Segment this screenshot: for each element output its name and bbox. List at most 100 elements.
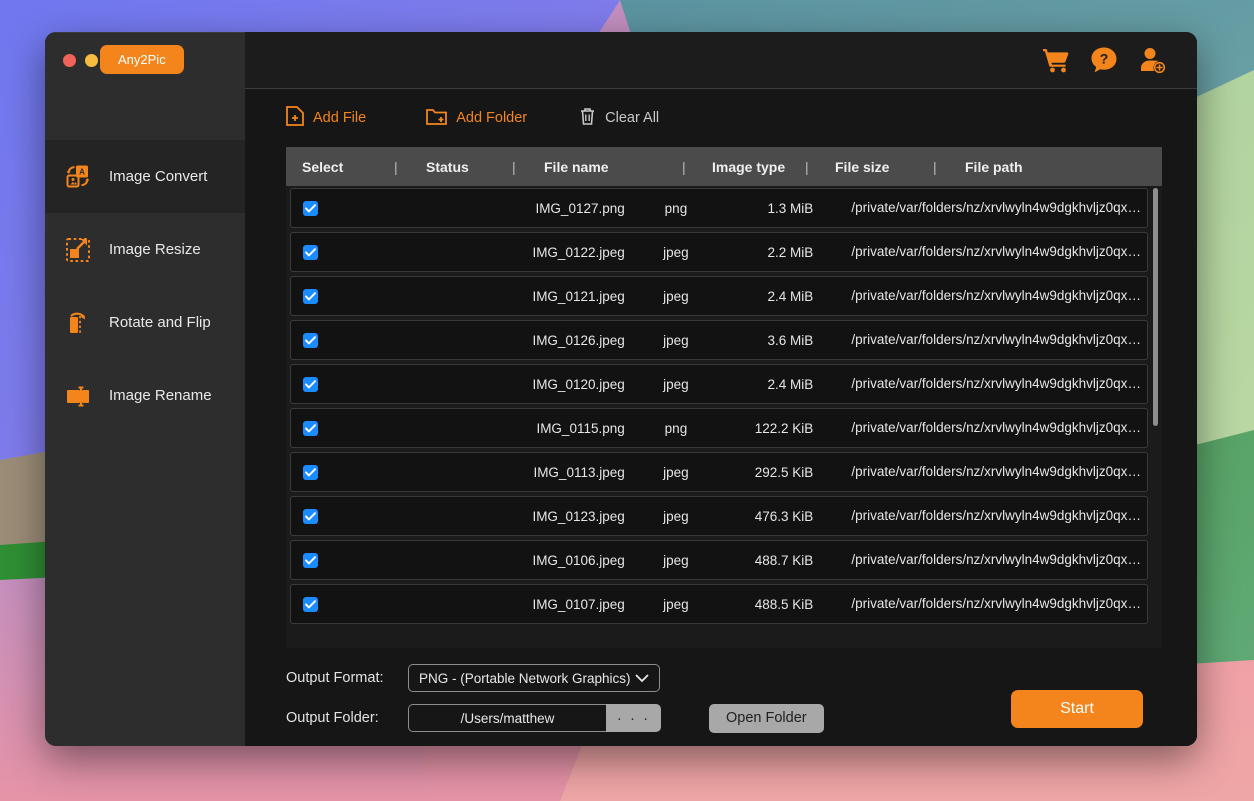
- row-file-size-cell: 488.5 KiB: [721, 597, 821, 612]
- add-file-label: Add File: [313, 110, 366, 126]
- row-checkbox[interactable]: [303, 377, 318, 392]
- row-file-path-cell: /private/var/folders/nz/xrvlwyln4w9dgkhv…: [821, 541, 1147, 579]
- sidebar-item-image-rename[interactable]: Image Rename: [45, 359, 245, 432]
- row-file-size-cell: 1.3 MiB: [721, 201, 821, 216]
- row-select-cell: [291, 465, 386, 480]
- row-file-size-cell: 2.2 MiB: [721, 245, 821, 260]
- add-file-button[interactable]: Add File: [286, 106, 366, 130]
- row-file-name-cell: IMG_0127.png: [477, 201, 631, 216]
- add-folder-button[interactable]: Add Folder: [426, 107, 527, 130]
- file-table: Select | Status | File name | Image type…: [286, 147, 1162, 648]
- column-header-select[interactable]: Select: [286, 159, 394, 175]
- output-folder-label: Output Folder:: [286, 710, 408, 726]
- sidebar-item-rotate-and-flip[interactable]: Rotate and Flip: [45, 286, 245, 359]
- row-image-type-cell: png: [631, 421, 721, 436]
- output-format-label: Output Format:: [286, 670, 408, 686]
- clear-all-button[interactable]: Clear All: [579, 107, 659, 130]
- table-row[interactable]: IMG_0123.jpegjpeg476.3 KiB/private/var/f…: [290, 496, 1148, 536]
- image-convert-icon: A: [63, 162, 93, 192]
- sidebar-item-label: Image Rename: [109, 387, 212, 404]
- desktop: ? Any: [0, 0, 1254, 801]
- row-checkbox[interactable]: [303, 553, 318, 568]
- row-file-size-cell: 292.5 KiB: [721, 465, 821, 480]
- row-file-path-cell: /private/var/folders/nz/xrvlwyln4w9dgkhv…: [821, 277, 1147, 315]
- output-settings-bar: Output Format: PNG - (Portable Network G…: [245, 648, 1197, 746]
- table-row[interactable]: IMG_0120.jpegjpeg2.4 MiB/private/var/fol…: [290, 364, 1148, 404]
- row-checkbox[interactable]: [303, 333, 318, 348]
- row-image-type-cell: jpeg: [631, 465, 721, 480]
- row-file-path-cell: /private/var/folders/nz/xrvlwyln4w9dgkhv…: [821, 189, 1147, 227]
- file-table-scrollbar[interactable]: [1152, 188, 1159, 646]
- column-header-file-path[interactable]: File path: [951, 159, 1162, 175]
- row-file-name-cell: IMG_0107.jpeg: [477, 597, 631, 612]
- column-separator: |: [512, 159, 530, 175]
- cart-icon[interactable]: [1041, 45, 1071, 75]
- row-file-path-cell: /private/var/folders/nz/xrvlwyln4w9dgkhv…: [821, 233, 1147, 271]
- row-file-size-cell: 2.4 MiB: [721, 289, 821, 304]
- row-checkbox[interactable]: [303, 201, 318, 216]
- row-select-cell: [291, 509, 386, 524]
- row-image-type-cell: png: [631, 201, 721, 216]
- help-icon[interactable]: ?: [1089, 45, 1119, 75]
- column-separator: |: [394, 159, 412, 175]
- table-row[interactable]: IMG_0126.jpegjpeg3.6 MiB/private/var/fol…: [290, 320, 1148, 360]
- column-header-status[interactable]: Status: [412, 159, 512, 175]
- column-header-image-type[interactable]: Image type: [700, 159, 805, 175]
- table-row[interactable]: IMG_0106.jpegjpeg488.7 KiB/private/var/f…: [290, 540, 1148, 580]
- title-bar-actions: ?: [1041, 32, 1197, 88]
- table-row[interactable]: IMG_0115.pngpng122.2 KiB/private/var/fol…: [290, 408, 1148, 448]
- row-file-size-cell: 3.6 MiB: [721, 333, 821, 348]
- svg-text:?: ?: [1100, 51, 1109, 67]
- row-checkbox[interactable]: [303, 289, 318, 304]
- output-format-select[interactable]: PNG - (Portable Network Graphics): [408, 664, 660, 692]
- row-image-type-cell: jpeg: [631, 597, 721, 612]
- row-checkbox[interactable]: [303, 509, 318, 524]
- file-table-scrollbar-thumb[interactable]: [1153, 188, 1158, 426]
- sidebar-item-label: Image Resize: [109, 241, 201, 258]
- row-checkbox[interactable]: [303, 421, 318, 436]
- file-toolbar: Add File Add Folder: [245, 89, 1197, 147]
- window-body: Any2Pic A: [45, 88, 1197, 746]
- row-file-size-cell: 476.3 KiB: [721, 509, 821, 524]
- row-checkbox[interactable]: [303, 597, 318, 612]
- row-file-size-cell: 2.4 MiB: [721, 377, 821, 392]
- row-checkbox[interactable]: [303, 465, 318, 480]
- open-folder-button[interactable]: Open Folder: [709, 704, 824, 733]
- row-file-size-cell: 122.2 KiB: [721, 421, 821, 436]
- column-separator: |: [682, 159, 700, 175]
- column-header-file-name[interactable]: File name: [530, 159, 682, 175]
- column-separator: |: [933, 159, 951, 175]
- table-row[interactable]: IMG_0122.jpegjpeg2.2 MiB/private/var/fol…: [290, 232, 1148, 272]
- app-window: ? Any: [45, 32, 1197, 746]
- table-row[interactable]: IMG_0127.pngpng1.3 MiB/private/var/folde…: [290, 188, 1148, 228]
- row-image-type-cell: jpeg: [631, 289, 721, 304]
- row-image-type-cell: jpeg: [631, 509, 721, 524]
- row-select-cell: [291, 421, 386, 436]
- row-image-type-cell: jpeg: [631, 245, 721, 260]
- sidebar-item-image-convert[interactable]: A Image Convert: [45, 140, 245, 213]
- sidebar-item-image-resize[interactable]: Image Resize: [45, 213, 245, 286]
- start-button[interactable]: Start: [1011, 690, 1143, 728]
- table-row[interactable]: IMG_0107.jpegjpeg488.5 KiB/private/var/f…: [290, 584, 1148, 624]
- column-header-file-size[interactable]: File size: [823, 159, 933, 175]
- app-tab-any2pic[interactable]: Any2Pic: [100, 45, 184, 74]
- row-select-cell: [291, 597, 386, 612]
- file-table-body[interactable]: IMG_0127.pngpng1.3 MiB/private/var/folde…: [286, 186, 1162, 648]
- table-row[interactable]: IMG_0113.jpegjpeg292.5 KiB/private/var/f…: [290, 452, 1148, 492]
- row-file-size-cell: 488.7 KiB: [721, 553, 821, 568]
- app-tab-row: Any2Pic: [45, 32, 245, 86]
- chevron-down-icon: [635, 671, 649, 686]
- row-checkbox[interactable]: [303, 245, 318, 260]
- row-file-name-cell: IMG_0106.jpeg: [477, 553, 631, 568]
- row-file-name-cell: IMG_0121.jpeg: [477, 289, 631, 304]
- table-row[interactable]: IMG_0121.jpegjpeg2.4 MiB/private/var/fol…: [290, 276, 1148, 316]
- clear-all-label: Clear All: [605, 110, 659, 126]
- row-select-cell: [291, 333, 386, 348]
- output-folder-input[interactable]: /Users/matthew: [408, 704, 606, 732]
- add-user-icon[interactable]: [1137, 45, 1167, 75]
- row-file-name-cell: IMG_0122.jpeg: [477, 245, 631, 260]
- row-file-path-cell: /private/var/folders/nz/xrvlwyln4w9dgkhv…: [821, 497, 1147, 535]
- row-file-name-cell: IMG_0120.jpeg: [477, 377, 631, 392]
- row-file-path-cell: /private/var/folders/nz/xrvlwyln4w9dgkhv…: [821, 365, 1147, 403]
- browse-folder-button[interactable]: · · ·: [606, 704, 661, 732]
